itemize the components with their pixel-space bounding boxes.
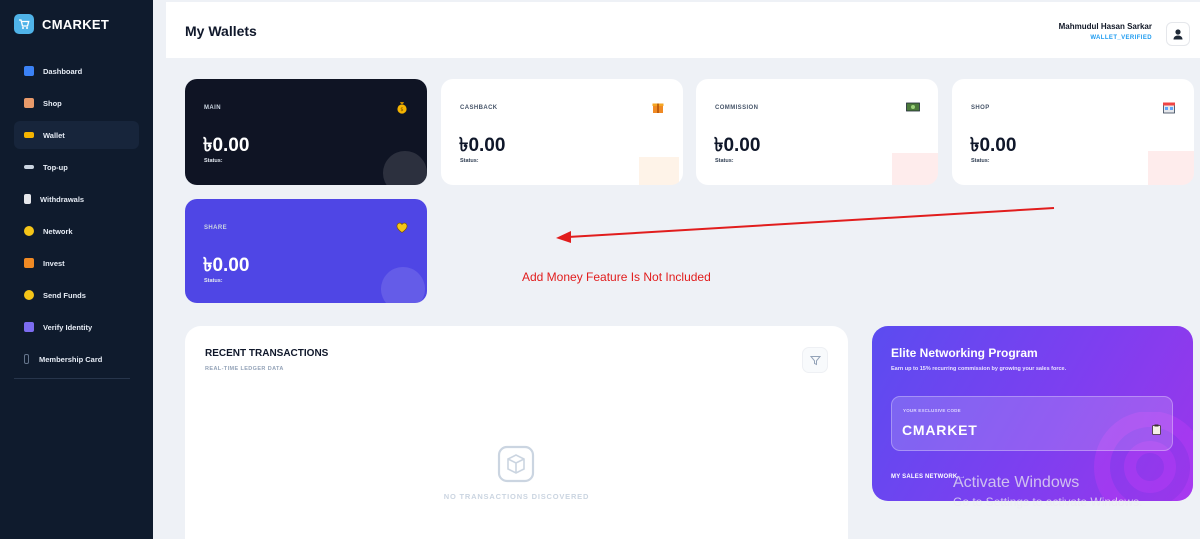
wallet-status: Status: [460,158,479,164]
heart-hands-watermark-icon [381,267,425,303]
code-label: YOUR EXCLUSIVE CODE [903,408,961,413]
referral-code-box: YOUR EXCLUSIVE CODE CMARKET [891,396,1173,451]
store-watermark-icon [1148,151,1194,185]
id-card-icon [24,322,34,332]
empty-box-icon [497,445,535,483]
gift-watermark-icon [639,157,679,185]
sidebar-item-label: Dashboard [43,66,83,76]
wallet-label: SHOP [971,105,990,111]
sidebar-divider [14,378,130,379]
sidebar-item-wallet[interactable]: Wallet [14,121,139,149]
sidebar: CMARKET Dashboard Shop Wallet Top-up Wit… [0,0,153,539]
filter-icon [809,355,821,365]
wallet-label: MAIN [204,105,221,111]
wallet-status: Status: [715,158,734,164]
recent-transactions-panel: RECENT TRANSACTIONS REAL-TIME LEDGER DAT… [185,326,848,539]
money-bag-watermark-icon [383,151,427,185]
sidebar-item-verify-identity[interactable]: Verify Identity [14,313,139,341]
sidebar-nav: Dashboard Shop Wallet Top-up Withdrawals… [14,57,139,377]
gift-icon [652,103,664,113]
heart-hands-icon [396,222,408,233]
wallet-status: Status: [204,278,223,284]
cash-icon [906,102,920,112]
transactions-title: RECENT TRANSACTIONS [205,348,329,359]
wallet-status: Status: [971,158,990,164]
wallet-label: CASHBACK [460,105,498,111]
wallet-card-cashback[interactable]: CASHBACK ৳0.00 Status: [441,79,683,185]
brand-name: CMARKET [42,16,110,32]
transactions-subtitle: REAL-TIME LEDGER DATA [205,366,284,372]
sidebar-item-label: Withdrawals [40,194,85,204]
filter-button[interactable] [802,347,828,373]
sidebar-item-shop[interactable]: Shop [14,89,139,117]
money-bag-icon: $ [397,102,407,114]
sidebar-item-network[interactable]: Network [14,217,139,245]
wallet-status: Status: [204,158,223,164]
clipboard-icon[interactable] [1152,424,1161,435]
wallet-card-main[interactable]: MAIN ৳0.00 Status: $ [185,79,427,185]
sidebar-item-label: Verify Identity [43,322,93,332]
user-status-badge: WALLET_VERIFIED [1090,35,1152,41]
handshake-icon [24,226,34,236]
empty-state-text: NO TRANSACTIONS DISCOVERED [443,492,590,501]
sidebar-item-membership-card[interactable]: Membership Card [14,345,139,373]
cart-icon [14,14,34,34]
top-up-icon [24,165,34,169]
svg-text:$: $ [400,107,403,113]
sidebar-item-label: Network [43,226,73,236]
user-icon [1173,29,1183,40]
brand[interactable]: CMARKET [14,14,109,34]
sidebar-item-label: Wallet [43,130,65,140]
membership-card-icon [24,354,29,364]
avatar[interactable] [1166,22,1190,46]
sidebar-item-label: Shop [43,98,62,108]
wallet-card-shop[interactable]: SHOP ৳0.00 Status: [952,79,1194,185]
send-funds-icon [24,290,34,300]
sidebar-item-send-funds[interactable]: Send Funds [14,281,139,309]
sidebar-item-top-up[interactable]: Top-up [14,153,139,181]
sidebar-item-invest[interactable]: Invest [14,249,139,277]
sidebar-item-label: Send Funds [43,290,86,300]
sidebar-item-dashboard[interactable]: Dashboard [14,57,139,85]
page-title: My Wallets [185,23,257,39]
user-name: Mahmudul Hasan Sarkar [1058,22,1152,31]
shop-bag-icon [24,98,34,108]
elite-title: Elite Networking Program [891,346,1038,360]
wallet-label: COMMISSION [715,105,759,111]
withdraw-icon [24,194,31,204]
wallet-icon [24,132,34,138]
wallet-label: SHARE [204,225,228,231]
sidebar-item-label: Invest [43,258,65,268]
wallet-card-commission[interactable]: COMMISSION ৳0.00 Status: [696,79,938,185]
invest-icon [24,258,34,268]
annotation-note: Add Money Feature Is Not Included [522,270,711,284]
bar-chart-icon [24,66,34,76]
sidebar-item-label: Top-up [43,162,68,172]
sidebar-item-withdrawals[interactable]: Withdrawals [14,185,139,213]
elite-subtitle: Earn up to 15% recurring commission by g… [891,366,1067,372]
top-header: My Wallets Mahmudul Hasan Sarkar WALLET_… [166,2,1200,58]
wallet-card-share[interactable]: SHARE ৳0.00 Status: [185,199,427,303]
windows-watermark-subtitle: Go to Settings to activate Windows. [953,495,1143,509]
referral-code: CMARKET [902,422,978,438]
sidebar-item-label: Membership Card [39,354,103,364]
store-icon [1163,102,1175,114]
windows-watermark-title: Activate Windows [953,474,1080,491]
cash-watermark-icon [892,153,938,185]
